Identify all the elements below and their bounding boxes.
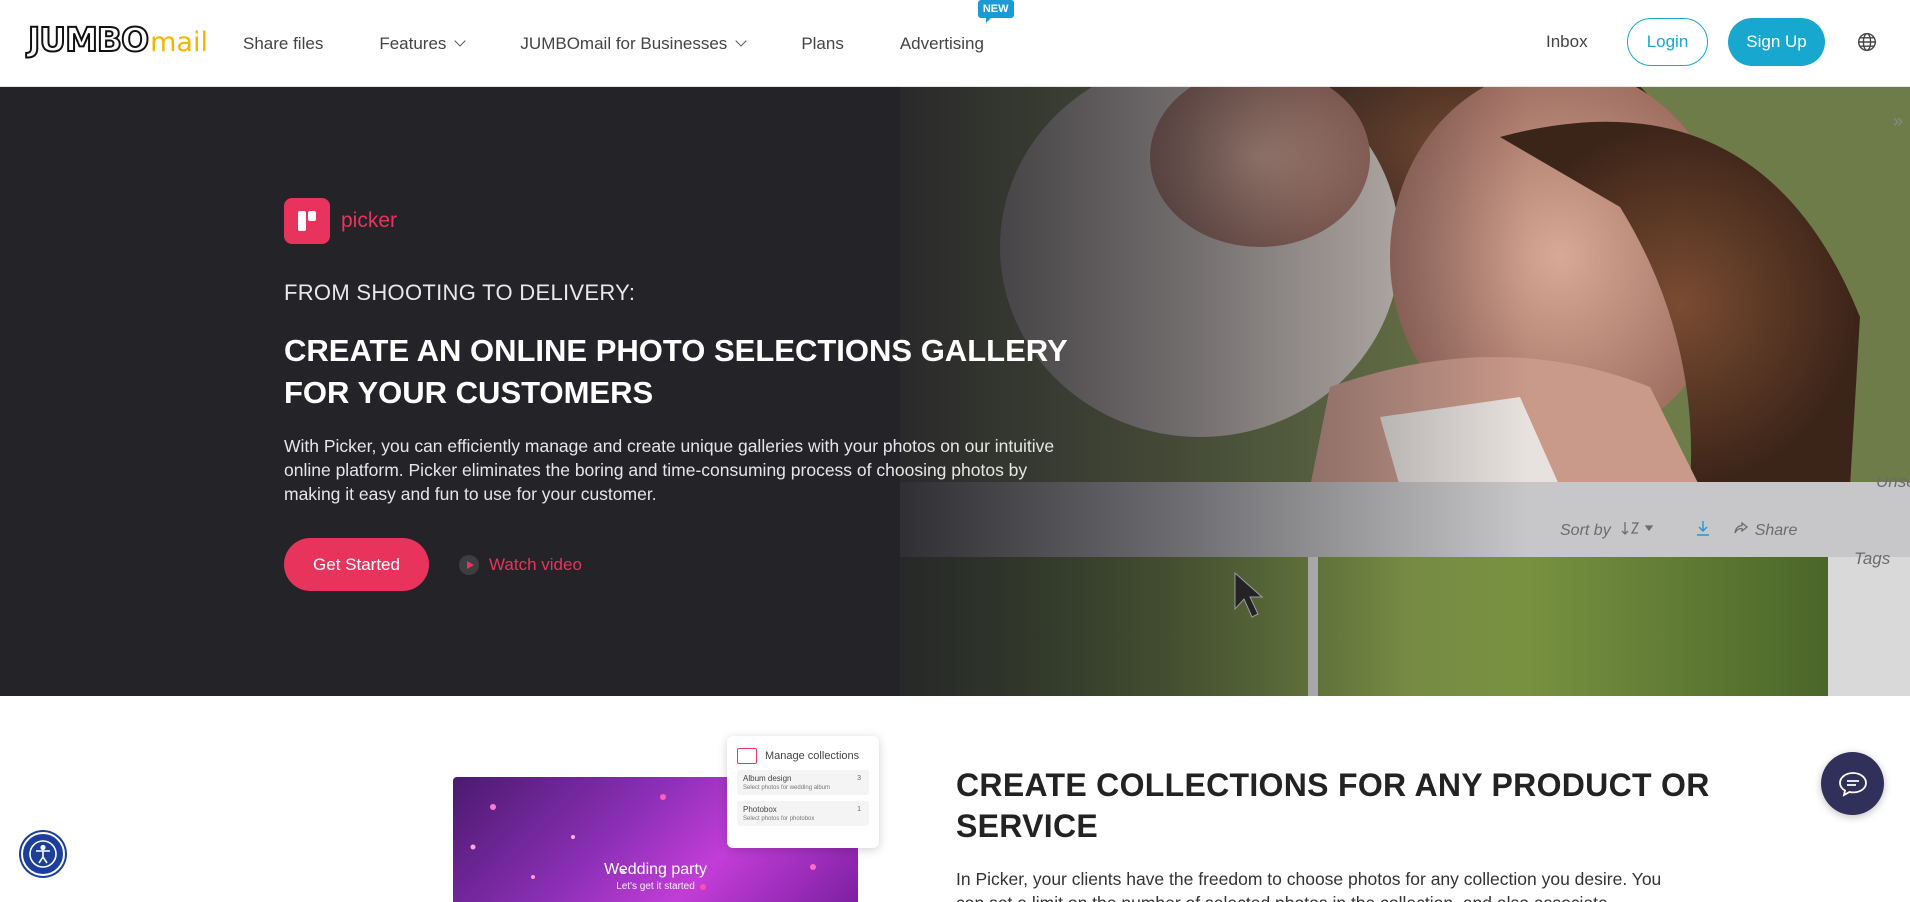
new-badge: NEW — [977, 0, 1014, 23]
mock-tags-label: Tags — [1854, 549, 1891, 568]
manage-collections-header: Manage collections — [737, 748, 869, 764]
nav-plans-label: Plans — [801, 33, 844, 53]
picker-brand: picker — [284, 198, 1084, 244]
chevron-down-icon — [454, 35, 467, 47]
hero-cta-row: Get Started Watch video — [284, 538, 1084, 591]
mock-sort-label: Sort by — [1560, 521, 1611, 539]
logo-jumbo-text: JUMBO — [27, 19, 150, 60]
play-icon — [459, 554, 479, 575]
sort-icon — [1621, 520, 1655, 541]
collection-row-subtitle: Select photos for wedding album — [743, 785, 831, 791]
close-icon[interactable]: » — [1893, 111, 1903, 132]
wedding-card-subtitle: Let's get it started — [616, 881, 695, 892]
watch-video-link[interactable]: Watch video — [459, 554, 582, 575]
nav-share-files-label: Share files — [243, 33, 324, 53]
collections-title: CREATE COLLECTIONS FOR ANY PRODUCT OR SE… — [956, 767, 1710, 844]
inbox-link[interactable]: Inbox — [1546, 32, 1588, 52]
hero-eyebrow: FROM SHOOTING TO DELIVERY: — [284, 280, 636, 305]
nav-features[interactable]: Features — [379, 33, 467, 54]
nav-plans[interactable]: Plans — [801, 34, 844, 54]
login-button[interactable]: Login — [1627, 18, 1708, 66]
collection-row: Photobox Select photos for photobox 1 — [737, 801, 869, 826]
collection-row-title: Album design — [743, 774, 792, 783]
logo-mail-text: mail — [150, 27, 208, 58]
collections-section: Wedding party Let's get it started Manag… — [0, 696, 1910, 902]
nav-businesses-label: JUMBOmail for Businesses — [520, 33, 728, 53]
picker-logo-icon — [284, 198, 330, 244]
manage-collections-card: Manage collections Album design Select p… — [727, 736, 879, 848]
mock-unselected-label: Unse — [1876, 472, 1910, 491]
collection-row-count: 3 — [857, 775, 861, 782]
accessibility-icon[interactable] — [21, 832, 65, 876]
collection-row-count: 1 — [857, 806, 861, 813]
signup-button[interactable]: Sign Up — [1728, 18, 1825, 66]
image-icon — [737, 748, 757, 764]
share-icon — [1733, 521, 1749, 540]
chat-icon[interactable] — [1821, 752, 1884, 815]
globe-icon[interactable] — [1857, 32, 1877, 52]
hero-section: picker FROM SHOOTING TO DELIVERY: CREATE… — [0, 87, 1910, 696]
manage-collections-heading: Manage collections — [765, 750, 860, 762]
collection-row-title: Photobox — [743, 805, 777, 814]
collections-description: In Picker, your clients have the freedom… — [956, 869, 1662, 902]
hero-description: With Picker, you can efficiently manage … — [284, 436, 1055, 504]
nav-advertising-label: Advertising — [899, 33, 984, 53]
watch-video-label: Watch video — [489, 554, 582, 574]
jumbomail-logo[interactable]: JUMBO mail — [27, 19, 208, 60]
download-icon — [1695, 519, 1711, 542]
picker-brand-name: picker — [341, 209, 398, 232]
collection-row-subtitle: Select photos for photobox — [743, 816, 815, 822]
mock-share-label: Share — [1754, 521, 1798, 539]
nav-share-files[interactable]: Share files — [243, 34, 323, 54]
nav-businesses[interactable]: JUMBOmail for Businesses — [520, 33, 747, 54]
top-navigation-bar: JUMBO mail Share files Features JUMBOmai… — [0, 0, 1910, 87]
main-nav: Share files Features JUMBOmail for Busin… — [243, 0, 1040, 87]
wedding-card-title: Wedding party — [604, 861, 707, 878]
mock-gallery-toolbar: Sort by Share — [1560, 519, 1797, 542]
hero-title: CREATE AN ONLINE PHOTO SELECTIONS GALLER… — [284, 333, 1068, 410]
hero-content: picker FROM SHOOTING TO DELIVERY: CREATE… — [284, 198, 1084, 591]
nav-advertising[interactable]: Advertising NEW — [899, 0, 1014, 54]
get-started-button[interactable]: Get Started — [284, 538, 429, 591]
collection-row: Album design Select photos for wedding a… — [737, 770, 869, 795]
chevron-down-icon — [735, 35, 747, 47]
nav-features-label: Features — [379, 33, 447, 53]
